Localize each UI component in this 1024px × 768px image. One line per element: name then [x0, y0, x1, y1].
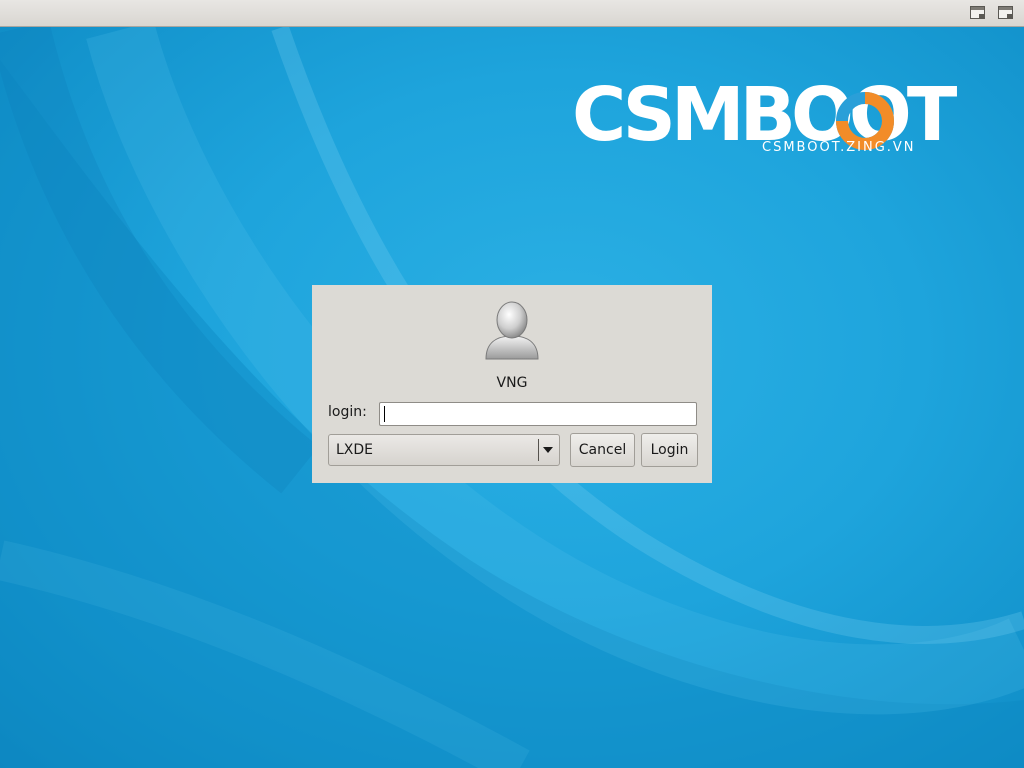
top-panel	[0, 0, 1024, 27]
user-avatar-icon	[485, 301, 539, 360]
csmboot-logo: CSMBOOT CSMBOOT.ZING.VN	[572, 78, 957, 160]
chevron-down-icon	[543, 447, 553, 453]
select-divider	[538, 439, 539, 461]
session-selected-value: LXDE	[336, 442, 374, 458]
login-label: login:	[328, 404, 367, 420]
window-icon[interactable]	[998, 6, 1014, 20]
desktop-screen: CSMBOOT CSMBOOT.ZING.VN VNG login: LXDE …	[0, 0, 1024, 768]
login-button[interactable]: Login	[641, 433, 698, 467]
text-caret	[384, 406, 385, 422]
login-input[interactable]	[379, 402, 697, 426]
window-icon[interactable]	[970, 6, 986, 20]
login-dialog: VNG login: LXDE Cancel Login	[312, 285, 712, 483]
username-label: VNG	[496, 375, 528, 391]
logo-subtitle: CSMBOOT.ZING.VN	[762, 140, 916, 155]
session-select[interactable]: LXDE	[328, 434, 560, 466]
cancel-button[interactable]: Cancel	[570, 433, 635, 467]
